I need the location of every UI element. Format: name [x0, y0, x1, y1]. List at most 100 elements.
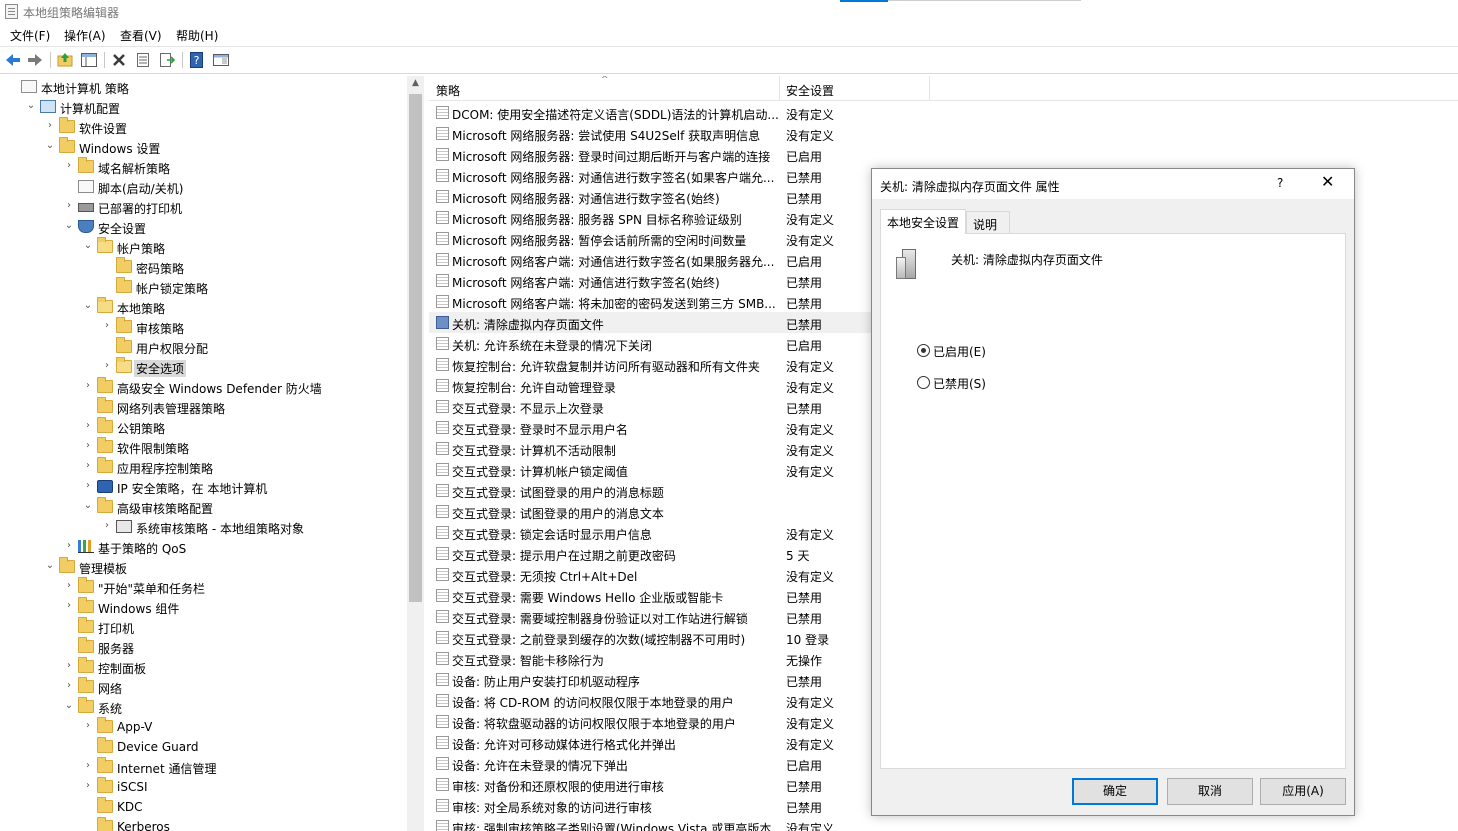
policy-row[interactable]: Microsoft 网络客户端: 对通信进行数字签名(始终) 已禁用 [429, 270, 929, 291]
tree-item-label[interactable]: 控制面板 [98, 660, 146, 677]
expand-chevron-icon[interactable]: › [83, 441, 93, 451]
tree-item[interactable]: › 安全选项 [0, 357, 405, 377]
policy-row[interactable]: 设备: 允许对可移动媒体进行格式化并弹出 没有定义 [429, 732, 929, 753]
tree-item-label[interactable]: 应用程序控制策略 [117, 460, 213, 477]
tree-item-label[interactable]: 公钥策略 [117, 420, 165, 437]
tree-item[interactable]: KDC [0, 797, 405, 817]
forward-icon[interactable] [26, 51, 44, 69]
tree-item-label[interactable]: Kerberos [117, 820, 170, 831]
radio-disabled-label[interactable]: 已禁用(S) [933, 375, 986, 392]
policy-row[interactable]: Microsoft 网络服务器: 尝试使用 S4U2Self 获取声明信息 没有定… [429, 123, 929, 144]
export-list-icon[interactable] [158, 51, 176, 69]
column-header-policy[interactable]: 策略 [436, 82, 460, 99]
policy-row[interactable]: 交互式登录: 试图登录的用户的消息标题 [429, 480, 929, 501]
tree-item-label[interactable]: 系统 [98, 700, 122, 717]
tree-item-label[interactable]: 软件设置 [79, 120, 127, 137]
expand-chevron-icon[interactable]: › [83, 381, 93, 391]
tree-item[interactable]: 脚本(启动/关机) [0, 177, 405, 197]
scroll-up-icon[interactable]: ▲ [407, 78, 424, 88]
help-icon[interactable]: ? [188, 51, 206, 69]
policy-row[interactable]: 交互式登录: 无须按 Ctrl+Alt+Del 没有定义 [429, 564, 929, 585]
tree-item-label[interactable]: 软件限制策略 [117, 440, 189, 457]
tree-item-label[interactable]: 帐户策略 [117, 240, 165, 257]
tree-item[interactable]: › Internet 通信管理 [0, 757, 405, 777]
policy-row[interactable]: Microsoft 网络服务器: 对通信进行数字签名(如果客户端允... 已禁用 [429, 165, 929, 186]
view-icon[interactable] [212, 51, 230, 69]
tree-item-label[interactable]: 服务器 [98, 640, 134, 657]
apply-button[interactable]: 应用(A) [1260, 778, 1346, 805]
expand-chevron-icon[interactable]: › [64, 541, 74, 551]
policy-row[interactable]: 恢复控制台: 允许软盘复制并访问所有驱动器和所有文件夹 没有定义 [429, 354, 929, 375]
policy-row[interactable]: Microsoft 网络服务器: 服务器 SPN 目标名称验证级别 没有定义 [429, 207, 929, 228]
policy-row[interactable]: 交互式登录: 之前登录到缓存的次数(域控制器不可用时) 10 登录 [429, 627, 929, 648]
tree-item[interactable]: 网络列表管理器策略 [0, 397, 405, 417]
tree-item-label[interactable]: 审核策略 [136, 320, 184, 337]
policy-row[interactable]: 交互式登录: 试图登录的用户的消息文本 [429, 501, 929, 522]
menu-help[interactable]: 帮助(H) [176, 27, 218, 44]
tree-item-label[interactable]: KDC [117, 800, 143, 814]
tree-item[interactable]: 密码策略 [0, 257, 405, 277]
tree-item[interactable]: › 域名解析策略 [0, 157, 405, 177]
policy-row[interactable]: 交互式登录: 计算机不活动限制 没有定义 [429, 438, 929, 459]
tree-item-label[interactable]: 用户权限分配 [136, 340, 208, 357]
radio-enabled-label[interactable]: 已启用(E) [933, 343, 986, 360]
tree-item[interactable]: › 审核策略 [0, 317, 405, 337]
tree-item[interactable]: ⌄ Windows 设置 [0, 137, 405, 157]
policy-row[interactable]: 设备: 防止用户安装打印机驱动程序 已禁用 [429, 669, 929, 690]
tree-item-label[interactable]: 域名解析策略 [98, 160, 170, 177]
policy-row[interactable]: 设备: 将 CD-ROM 的访问权限仅限于本地登录的用户 没有定义 [429, 690, 929, 711]
tree-item-label[interactable]: 打印机 [98, 620, 134, 637]
delete-icon[interactable] [110, 51, 128, 69]
policy-row[interactable]: 交互式登录: 智能卡移除行为 无操作 [429, 648, 929, 669]
back-icon[interactable] [4, 51, 22, 69]
radio-disabled-circle[interactable] [917, 376, 930, 389]
tree-item-label[interactable]: Device Guard [117, 740, 198, 754]
expand-chevron-icon[interactable]: › [102, 321, 112, 331]
tree-item-label[interactable]: 管理模板 [79, 560, 127, 577]
policy-row[interactable]: Microsoft 网络服务器: 登录时间过期后断开与客户端的连接 已启用 [429, 144, 929, 165]
dialog-close-button[interactable]: ✕ [1321, 172, 1334, 191]
policy-row[interactable]: Microsoft 网络客户端: 将未加密的密码发送到第三方 SMB... 已禁用 [429, 291, 929, 312]
up-folder-icon[interactable] [56, 51, 74, 69]
menu-file[interactable]: 文件(F) [10, 27, 50, 44]
collapse-chevron-icon[interactable]: ⌄ [64, 701, 74, 711]
policy-row[interactable]: 交互式登录: 不显示上次登录 已禁用 [429, 396, 929, 417]
tree-item-label[interactable]: 已部署的打印机 [98, 200, 182, 217]
policy-row[interactable]: 设备: 允许在未登录的情况下弹出 已启用 [429, 753, 929, 774]
tree-item[interactable]: › 控制面板 [0, 657, 405, 677]
tree-item[interactable]: › 网络 [0, 677, 405, 697]
tree-item-label[interactable]: 计算机配置 [60, 100, 120, 117]
tree-item-label[interactable]: "开始"菜单和任务栏 [98, 580, 205, 597]
expand-chevron-icon[interactable]: › [83, 721, 93, 731]
expand-chevron-icon[interactable]: › [64, 681, 74, 691]
menu-action[interactable]: 操作(A) [64, 27, 106, 44]
ok-button[interactable]: 确定 [1072, 778, 1158, 805]
tree-item[interactable]: › iSCSI [0, 777, 405, 797]
tab-local-security-setting[interactable]: 本地安全设置 [880, 209, 966, 234]
tree-item[interactable]: ⌄ 计算机配置 [0, 97, 405, 117]
expand-chevron-icon[interactable]: › [64, 201, 74, 211]
expand-chevron-icon[interactable]: › [64, 581, 74, 591]
expand-chevron-icon[interactable]: › [64, 161, 74, 171]
policy-row[interactable]: 交互式登录: 计算机帐户锁定阈值 没有定义 [429, 459, 929, 480]
tree-item[interactable]: Device Guard [0, 737, 405, 757]
tree-item[interactable]: › 系统审核策略 - 本地组策略对象 [0, 517, 405, 537]
policy-row[interactable]: 交互式登录: 登录时不显示用户名 没有定义 [429, 417, 929, 438]
radio-enabled-circle[interactable] [917, 344, 930, 357]
expand-chevron-icon[interactable]: › [102, 521, 112, 531]
tree-item[interactable]: › Windows 组件 [0, 597, 405, 617]
collapse-chevron-icon[interactable]: ⌄ [45, 141, 55, 151]
policy-row[interactable]: 审核: 对全局系统对象的访问进行审核 已禁用 [429, 795, 929, 816]
collapse-chevron-icon[interactable]: ⌄ [26, 101, 36, 111]
cancel-button[interactable]: 取消 [1167, 778, 1253, 805]
expand-chevron-icon[interactable]: › [83, 761, 93, 771]
scroll-thumb[interactable] [409, 94, 422, 602]
tree-item[interactable]: ⌄ 帐户策略 [0, 237, 405, 257]
collapse-chevron-icon[interactable]: ⌄ [83, 301, 93, 311]
collapse-chevron-icon[interactable]: ⌄ [83, 501, 93, 511]
tree-item-label[interactable]: 高级审核策略配置 [117, 500, 213, 517]
properties-icon[interactable] [134, 51, 152, 69]
collapse-chevron-icon[interactable]: ⌄ [64, 221, 74, 231]
tree-item-label[interactable]: 高级安全 Windows Defender 防火墙 [117, 380, 322, 397]
column-divider[interactable] [779, 76, 780, 101]
